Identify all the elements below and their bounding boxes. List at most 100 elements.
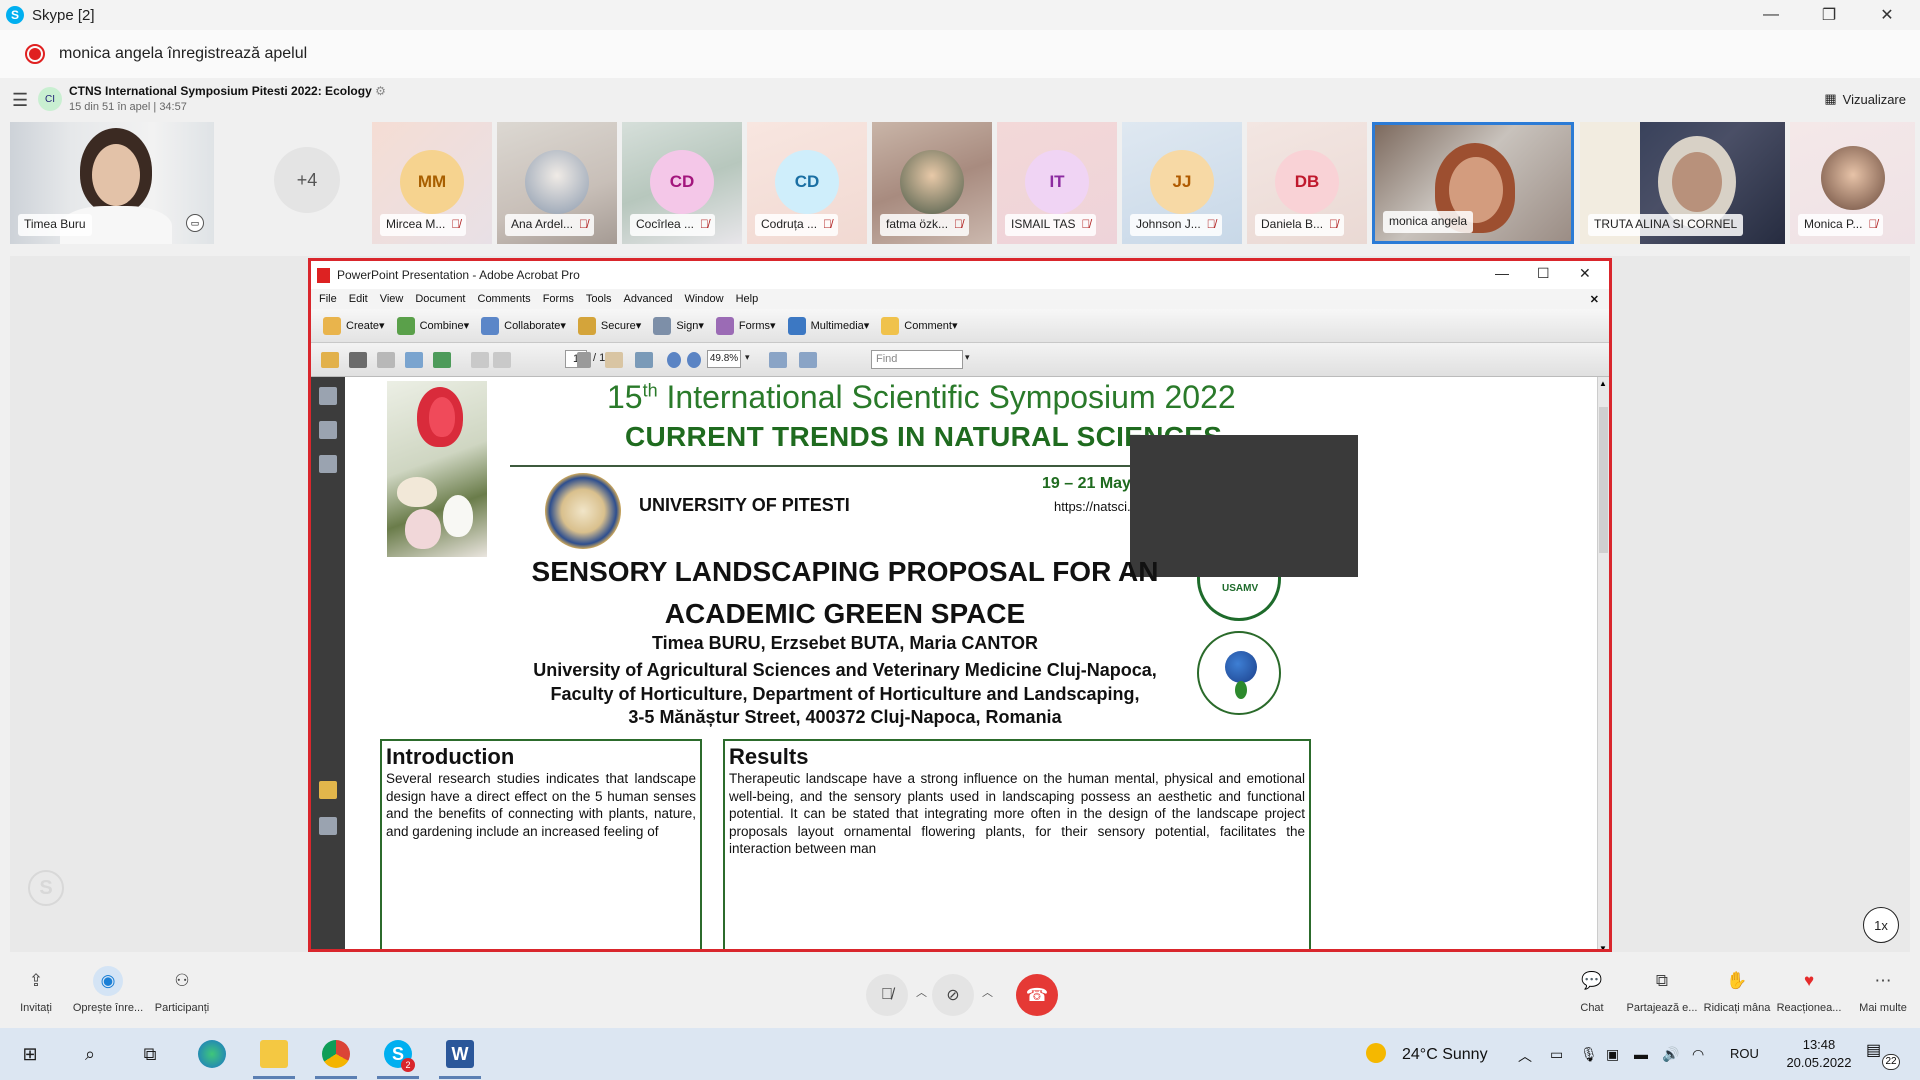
close-document-icon[interactable]: ✕ [1590, 293, 1599, 306]
participant-tile-active-speaker[interactable]: monica angela [1372, 122, 1574, 244]
participant-tile[interactable]: DB Daniela B... 🎙̸ [1247, 122, 1367, 244]
zoom-tool-icon[interactable] [635, 352, 653, 368]
comment-button[interactable]: Comment ▾ [881, 316, 958, 335]
collaborate-button[interactable]: Collaborate ▾ [481, 316, 566, 335]
scrollbar-thumb[interactable] [1599, 407, 1608, 553]
battery-icon[interactable]: ▬ [1634, 1046, 1648, 1062]
input-language[interactable]: ROU [1730, 1046, 1759, 1061]
tray-overflow-icon[interactable]: ︿ [1518, 1046, 1532, 1066]
minimize-button[interactable]: — [1742, 0, 1800, 30]
hang-up-button[interactable]: ☎ [1016, 974, 1058, 1016]
participant-tile[interactable]: Monica P... 🎙̸ [1790, 122, 1915, 244]
menu-help[interactable]: Help [736, 293, 759, 305]
view-button[interactable]: ▦ Vizualizare [1824, 91, 1906, 107]
menu-view[interactable]: View [380, 293, 404, 305]
menu-edit[interactable]: Edit [349, 293, 368, 305]
sun-weather-icon[interactable] [1366, 1043, 1386, 1063]
menu-document[interactable]: Document [415, 293, 465, 305]
acrobat-close-button[interactable]: ✕ [1579, 265, 1591, 282]
menu-advanced[interactable]: Advanced [624, 293, 673, 305]
scroll-down-icon[interactable]: ▼ [1599, 944, 1607, 949]
task-view-icon[interactable]: ⧉ [136, 1040, 164, 1068]
chat-button[interactable]: 💬 Chat [1552, 966, 1632, 1014]
comments-panel-icon[interactable] [319, 781, 337, 799]
sign-button[interactable]: Sign ▾ [653, 316, 704, 335]
secure-button[interactable]: Secure ▾ [577, 316, 641, 335]
find-dropdown-icon[interactable]: ▾ [965, 352, 970, 363]
word-icon[interactable]: W [446, 1040, 474, 1068]
zoom-input[interactable]: 49.8% [707, 350, 741, 368]
menu-window[interactable]: Window [684, 293, 723, 305]
email-icon[interactable] [405, 352, 423, 368]
select-tool-icon[interactable] [577, 352, 591, 368]
combine-button[interactable]: Combine ▾ [396, 316, 469, 335]
open-folder-icon[interactable] [321, 352, 339, 368]
zoom-out-icon[interactable] [667, 352, 681, 368]
attachments-panel-icon[interactable] [319, 817, 337, 835]
screen-icon[interactable]: ▭ [186, 214, 204, 232]
participant-tile[interactable]: JJ Johnson J... 🎙̸ [1122, 122, 1242, 244]
print-icon[interactable] [349, 352, 367, 368]
participant-tile[interactable]: MM Mircea M... 🎙̸ [372, 122, 492, 244]
zoom-in-icon[interactable] [687, 352, 701, 368]
participant-tile[interactable]: IT ISMAIL TAS 🎙̸ [997, 122, 1117, 244]
menu-icon[interactable]: ☰ [12, 90, 28, 111]
edge-browser-icon[interactable] [198, 1040, 226, 1068]
find-input[interactable]: Find [871, 350, 963, 369]
participant-tile[interactable]: Ana Ardel... 🎙̸ [497, 122, 617, 244]
acrobat-minimize-button[interactable]: — [1495, 265, 1509, 281]
prev-page-icon[interactable] [471, 352, 489, 368]
raise-hand-button[interactable]: ✋ Ridicați mâna [1697, 966, 1777, 1014]
menu-file[interactable]: File [319, 293, 337, 305]
signatures-panel-icon[interactable] [319, 455, 337, 473]
pdf-scrollbar[interactable]: ▲ ▼ [1597, 377, 1609, 949]
scroll-up-icon[interactable]: ▲ [1599, 379, 1607, 388]
volume-icon[interactable]: 🔊 [1662, 1046, 1679, 1063]
more-options-button[interactable]: ⋯ Mai multe [1843, 966, 1920, 1014]
file-explorer-icon[interactable] [260, 1040, 288, 1068]
multimedia-button[interactable]: Multimedia ▾ [787, 316, 869, 335]
webcam-icon[interactable]: ▭ [1550, 1046, 1563, 1063]
wifi-icon[interactable]: ◠ [1692, 1046, 1704, 1063]
hand-tool-icon[interactable] [605, 352, 623, 368]
toggle-video-button[interactable]: ⊘ [932, 974, 974, 1016]
forms-button[interactable]: Forms ▾ [715, 316, 776, 335]
refresh-icon[interactable] [433, 352, 451, 368]
acrobat-maximize-button[interactable]: ☐ [1537, 265, 1550, 282]
save-icon[interactable] [377, 352, 395, 368]
microphone-icon[interactable]: 🎙 [1580, 1046, 1598, 1063]
invite-button[interactable]: ⇪ Invitați [0, 966, 76, 1014]
search-icon[interactable]: ⌕ [76, 1040, 104, 1068]
next-page-icon[interactable] [493, 352, 511, 368]
video-options-caret-icon[interactable]: ︿ [982, 984, 993, 1000]
bookmarks-panel-icon[interactable] [319, 421, 337, 439]
network-icon[interactable]: ▣ [1606, 1046, 1619, 1063]
menu-forms[interactable]: Forms [543, 293, 574, 305]
participant-tile[interactable]: CD Cocîrlea ... 🎙̸ [622, 122, 742, 244]
call-name[interactable]: CTNS International Symposium Pitesti 202… [69, 84, 386, 98]
more-participants-button[interactable]: +4 [274, 147, 340, 213]
zoom-dropdown-icon[interactable]: ▾ [745, 352, 750, 363]
taskbar-clock[interactable]: 13:48 20.05.2022 [1774, 1036, 1864, 1072]
react-button[interactable]: ♥ Reacționea... [1769, 966, 1849, 1014]
chrome-browser-icon[interactable] [322, 1040, 350, 1068]
mic-options-caret-icon[interactable]: ︿ [916, 984, 927, 1000]
create-button[interactable]: Create ▾ [323, 316, 385, 335]
playback-speed-button[interactable]: 1x [1863, 907, 1899, 943]
participants-button[interactable]: ⚇ Participanți [142, 966, 222, 1014]
participant-tile[interactable]: CD Codruța ... 🎙̸ [747, 122, 867, 244]
share-screen-button[interactable]: ⧉ Partajează e... [1622, 966, 1702, 1014]
pages-panel-icon[interactable] [319, 387, 337, 405]
close-button[interactable]: ✕ [1858, 0, 1916, 30]
settings-icon[interactable]: ⚙ [375, 84, 386, 98]
participant-tile[interactable]: fatma özk... 🎙̸ [872, 122, 992, 244]
participant-tile[interactable]: TRUTA ALINA SI CORNEL [1580, 122, 1785, 244]
participant-tile-self[interactable]: Timea Buru ▭ [10, 122, 214, 244]
mute-microphone-button[interactable]: 🎙̸ [866, 974, 908, 1016]
menu-comments[interactable]: Comments [478, 293, 531, 305]
fit-width-icon[interactable] [799, 352, 817, 368]
stop-recording-button[interactable]: ◉ Oprește înre... [68, 966, 148, 1014]
menu-tools[interactable]: Tools [586, 293, 612, 305]
weather-text[interactable]: 24°C Sunny [1402, 1046, 1488, 1064]
windows-start-icon[interactable]: ⊞ [16, 1040, 44, 1068]
